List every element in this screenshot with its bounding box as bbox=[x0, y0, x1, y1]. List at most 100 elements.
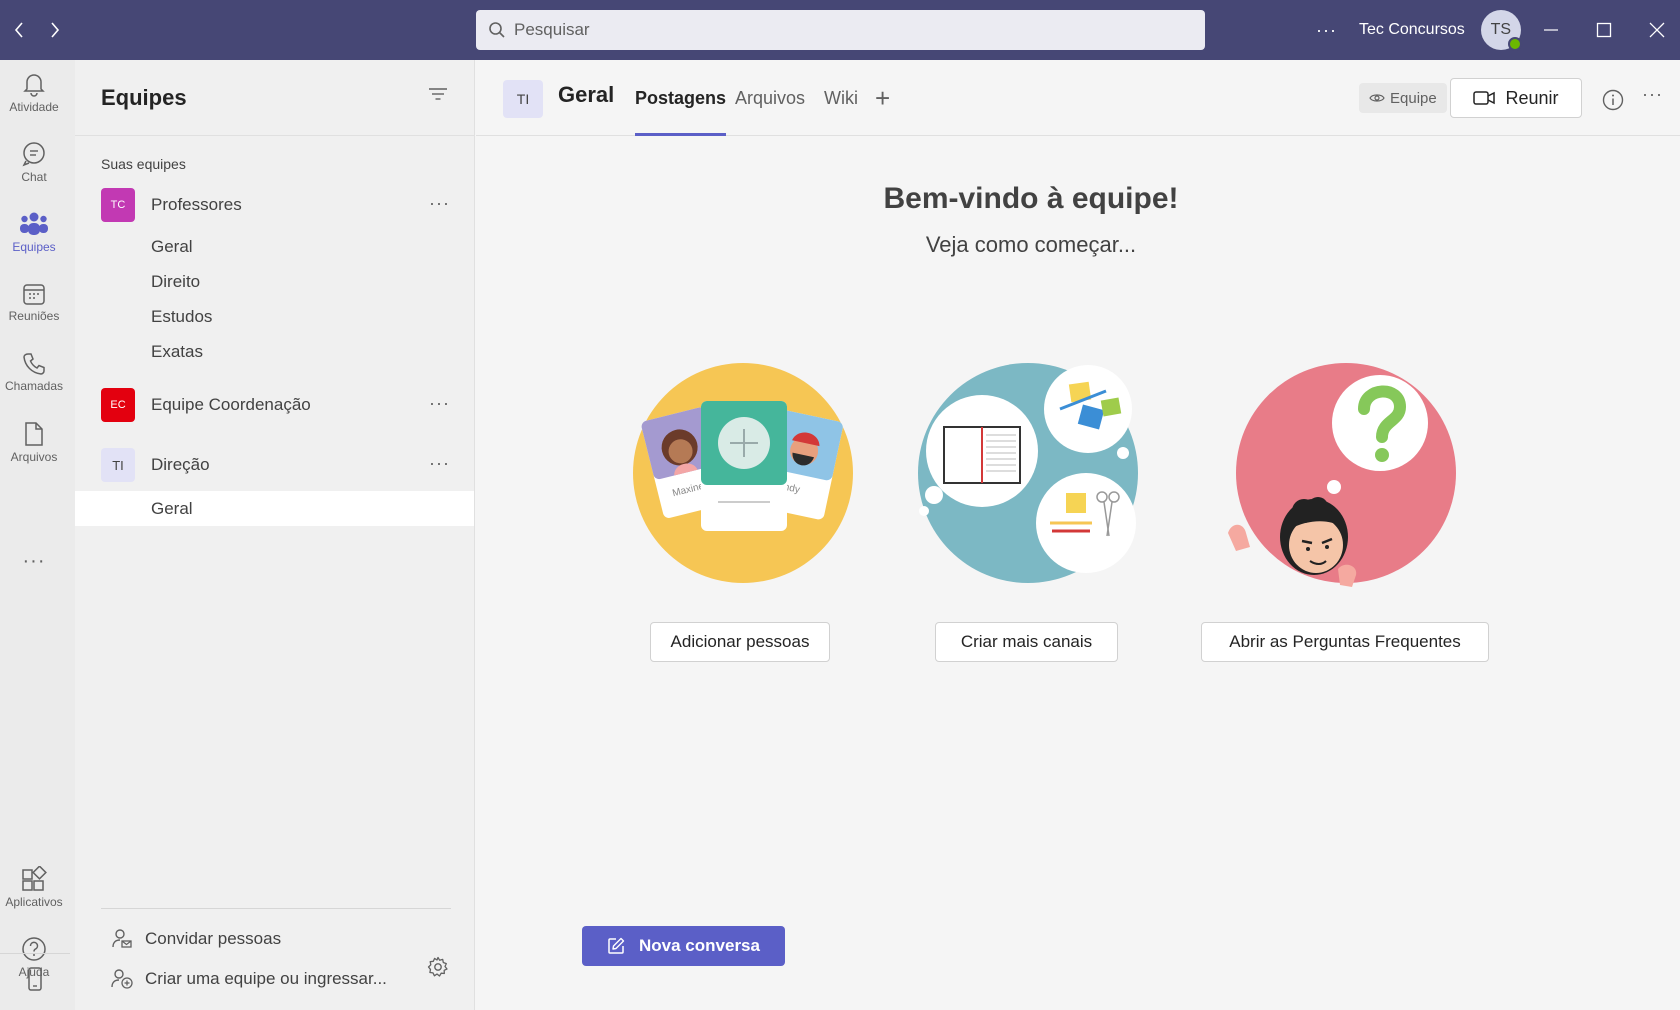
channel-item[interactable]: Estudos bbox=[75, 299, 474, 334]
rail-item-label: Chamadas bbox=[4, 378, 64, 393]
close-icon bbox=[1649, 22, 1665, 38]
search-box[interactable] bbox=[476, 10, 1205, 50]
channel-team-avatar: TI bbox=[503, 80, 543, 118]
team-avatar: TC bbox=[101, 188, 135, 222]
team-row-direcao[interactable]: TI Direção ··· bbox=[75, 443, 474, 487]
app-rail: Atividade Chat Equipes Reuniões Chamadas… bbox=[0, 60, 75, 1010]
calendar-icon bbox=[23, 283, 45, 305]
team-name: Equipe Coordenação bbox=[151, 395, 311, 414]
phone-icon bbox=[23, 352, 45, 375]
team-row-professores[interactable]: TC Professores ··· bbox=[75, 183, 474, 227]
welcome-subtitle: Veja como começar... bbox=[925, 232, 1137, 257]
apps-icon bbox=[22, 865, 47, 891]
gear-icon[interactable] bbox=[427, 956, 449, 978]
rail-item-activity[interactable]: Atividade bbox=[0, 60, 68, 124]
rail-item-label: Chat bbox=[21, 169, 47, 184]
create-join-team-button[interactable]: Criar uma equipe ou ingressar... bbox=[111, 964, 387, 994]
presence-available-icon bbox=[1507, 37, 1522, 51]
invite-people-button[interactable]: Convidar pessoas bbox=[111, 924, 281, 954]
teams-panel: Equipes Suas equipes TC Professores ··· … bbox=[75, 60, 475, 1010]
file-icon bbox=[25, 421, 43, 446]
channel-item[interactable]: Geral bbox=[75, 229, 474, 264]
team-visibility-badge: Equipe bbox=[1359, 83, 1447, 113]
team-name: Professores bbox=[151, 195, 242, 214]
team-name: Direção bbox=[151, 455, 210, 474]
minimize-icon bbox=[1544, 29, 1558, 31]
channel-more-button[interactable]: ··· bbox=[1642, 84, 1663, 105]
add-people-illustration: Maxine Andy bbox=[633, 363, 853, 583]
meet-button[interactable]: Reunir bbox=[1450, 78, 1582, 118]
chevron-right-icon bbox=[51, 22, 60, 38]
rail-item-meetings[interactable]: Reuniões bbox=[0, 270, 68, 334]
rail-item-teams[interactable]: Equipes bbox=[0, 200, 68, 264]
rail-item-apps[interactable]: Aplicativos bbox=[0, 855, 68, 919]
video-camera-icon bbox=[1473, 91, 1496, 105]
minimize-button[interactable] bbox=[1528, 0, 1574, 60]
more-apps-button[interactable]: ··· bbox=[0, 550, 68, 573]
rail-item-label: Reuniões bbox=[8, 308, 60, 323]
team-avatar: TI bbox=[101, 448, 135, 482]
chat-icon bbox=[22, 141, 45, 166]
title-bar: ··· Tec Concursos TS bbox=[0, 0, 1680, 60]
tab-files[interactable]: Arquivos bbox=[735, 88, 805, 136]
new-conversation-button[interactable]: Nova conversa bbox=[582, 926, 785, 966]
create-channels-button[interactable]: Criar mais canais bbox=[935, 622, 1118, 662]
meet-label: Reunir bbox=[1505, 87, 1559, 108]
chevron-left-icon bbox=[14, 22, 23, 38]
info-icon[interactable] bbox=[1602, 89, 1624, 111]
channel-view: TI Geral Postagens Arquivos Wiki + Equip… bbox=[476, 60, 1680, 1010]
person-mail-icon bbox=[112, 929, 132, 948]
close-button[interactable] bbox=[1634, 0, 1680, 60]
rail-item-label: Equipes bbox=[12, 239, 56, 254]
team-row-equipe-coordenacao[interactable]: EC Equipe Coordenação ··· bbox=[75, 383, 474, 427]
channel-item-selected[interactable]: Geral bbox=[75, 491, 474, 526]
team-avatar: EC bbox=[101, 388, 135, 422]
tab-posts[interactable]: Postagens bbox=[635, 88, 727, 136]
tab-wiki[interactable]: Wiki bbox=[824, 88, 858, 136]
faq-illustration bbox=[1228, 363, 1456, 587]
bell-icon bbox=[23, 73, 45, 97]
search-input[interactable] bbox=[514, 20, 1154, 40]
panel-footer-divider bbox=[101, 908, 451, 909]
welcome-title: Bem-vindo à equipe! bbox=[883, 182, 1179, 215]
rail-item-label: Aplicativos bbox=[5, 894, 63, 909]
account-name: Tec Concursos bbox=[1358, 21, 1465, 38]
avatar-initials: TS bbox=[1490, 21, 1512, 38]
channel-header: TI Geral Postagens Arquivos Wiki + Equip… bbox=[476, 60, 1680, 136]
page-title: Equipes bbox=[101, 84, 187, 110]
rail-item-label: Arquivos bbox=[10, 449, 58, 464]
history-nav bbox=[8, 19, 66, 41]
team-more-button[interactable]: ··· bbox=[429, 453, 450, 474]
account-area: ··· Tec Concursos TS bbox=[1316, 0, 1522, 60]
teams-icon bbox=[20, 212, 48, 235]
back-button[interactable] bbox=[8, 19, 30, 41]
create-channels-illustration bbox=[918, 363, 1138, 583]
rail-item-files[interactable]: Arquivos bbox=[0, 410, 68, 474]
mobile-download-button[interactable] bbox=[0, 953, 70, 1003]
filter-icon[interactable] bbox=[428, 86, 448, 102]
open-faq-button[interactable]: Abrir as Perguntas Frequentes bbox=[1201, 622, 1489, 662]
forward-button[interactable] bbox=[44, 19, 66, 41]
invite-people-label: Convidar pessoas bbox=[145, 929, 282, 948]
add-tab-button[interactable]: + bbox=[875, 83, 890, 114]
compose-icon bbox=[608, 937, 625, 954]
new-conversation-label: Nova conversa bbox=[639, 936, 760, 955]
add-people-button[interactable]: Adicionar pessoas bbox=[650, 622, 830, 662]
teams-panel-header: Equipes bbox=[75, 60, 474, 136]
rail-item-label: Atividade bbox=[9, 99, 59, 114]
maximize-icon bbox=[1596, 22, 1612, 38]
settings-more-button[interactable]: ··· bbox=[1316, 20, 1337, 41]
eye-icon bbox=[1369, 94, 1385, 102]
channel-item[interactable]: Direito bbox=[75, 264, 474, 299]
rail-item-chat[interactable]: Chat bbox=[0, 130, 68, 194]
search-icon bbox=[489, 22, 505, 38]
channel-title: Geral bbox=[558, 82, 615, 107]
section-label: Suas equipes bbox=[101, 156, 186, 172]
team-more-button[interactable]: ··· bbox=[429, 193, 450, 214]
people-add-icon bbox=[111, 969, 133, 989]
avatar[interactable]: TS bbox=[1480, 10, 1522, 51]
maximize-button[interactable] bbox=[1581, 0, 1627, 60]
team-more-button[interactable]: ··· bbox=[429, 393, 450, 414]
channel-item[interactable]: Exatas bbox=[75, 334, 474, 369]
rail-item-calls[interactable]: Chamadas bbox=[0, 340, 68, 404]
